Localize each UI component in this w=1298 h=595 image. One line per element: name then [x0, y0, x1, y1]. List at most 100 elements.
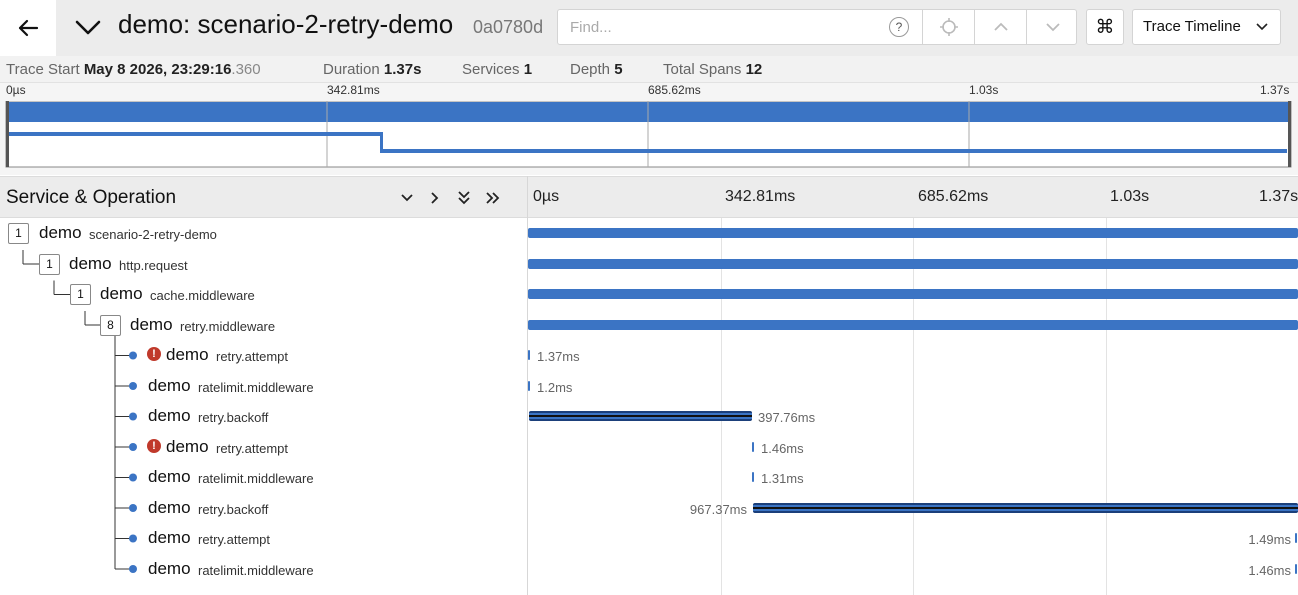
span-bar[interactable]: [1295, 563, 1297, 574]
span-row[interactable]: 8 demo retry.middleware: [0, 310, 1298, 341]
services-value: 1: [523, 61, 533, 78]
child-count-toggle[interactable]: 8: [100, 314, 121, 336]
expand-one-button[interactable]: [424, 187, 446, 209]
error-icon: !: [147, 438, 161, 453]
span-operation: retry.attempt: [216, 349, 289, 364]
span-bar[interactable]: [528, 319, 1298, 330]
trace-start-ms: .360: [231, 61, 261, 78]
span-bar[interactable]: [528, 350, 530, 360]
span-duration: 1.46ms: [761, 440, 804, 456]
span-service: demo: [148, 406, 191, 425]
span-operation: retry.middleware: [180, 318, 276, 334]
span-bar[interactable]: [528, 258, 1298, 269]
minimap-canvas: [5, 101, 1292, 168]
trace-summary: Trace Start May 8 2026, 23:29:16.360 Dur…: [0, 56, 1298, 83]
view-select[interactable]: Trace Timeline: [1132, 9, 1281, 45]
child-count-toggle[interactable]: 1: [70, 284, 91, 305]
span-operation: retry.attempt: [198, 532, 271, 547]
timeline-header: Service & Operation 0µs 342.81ms 685.62m…: [0, 176, 1298, 218]
child-count-toggle[interactable]: 1: [39, 253, 60, 275]
view-select-label: Trace Timeline: [1143, 18, 1241, 35]
child-count-toggle[interactable]: 1: [8, 223, 29, 244]
span-bar[interactable]: [1295, 533, 1297, 543]
timeline-tick: 1.03s: [1110, 188, 1150, 205]
span-duration: 967.37ms: [689, 501, 747, 517]
find-input[interactable]: [558, 10, 878, 44]
span-bar[interactable]: [752, 472, 754, 482]
error-icon: !: [147, 347, 161, 361]
command-icon: ⌘: [1095, 16, 1115, 38]
span-row[interactable]: demo retry.backoff 397.76ms: [0, 401, 1298, 432]
expand-all-button[interactable]: [482, 187, 504, 209]
minimap-tick: 685.62ms: [648, 83, 701, 97]
span-row[interactable]: ! demo retry.attempt 1.37ms: [0, 340, 1298, 371]
services-label: Services: [462, 61, 520, 78]
span-service: demo: [39, 223, 82, 242]
total-spans-value: 12: [745, 61, 763, 78]
chevron-down-icon: [1045, 23, 1060, 32]
locate-button[interactable]: [922, 10, 974, 44]
next-match-button[interactable]: [1026, 10, 1078, 44]
minimap-tick: 0µs: [6, 83, 26, 97]
span-service: demo: [130, 314, 173, 334]
span-bar[interactable]: [528, 228, 1298, 238]
collapse-one-button[interactable]: [396, 187, 418, 209]
span-row[interactable]: ! demo retry.attempt 1.46ms: [0, 432, 1298, 463]
span-row[interactable]: 1 demo http.request: [0, 249, 1298, 280]
chevron-down-icon: [1256, 23, 1268, 31]
span-row[interactable]: demo ratelimit.middleware 1.46ms: [0, 554, 1298, 585]
span-operation: retry.backoff: [198, 410, 269, 425]
span-operation: ratelimit.middleware: [198, 471, 314, 486]
span-duration: 1.37ms: [537, 349, 580, 364]
span-row[interactable]: 1 demo cache.middleware: [0, 279, 1298, 310]
span-service: demo: [148, 497, 191, 517]
span-bar[interactable]: [529, 411, 752, 421]
span-bar[interactable]: [528, 380, 530, 391]
minimap-tick: 342.81ms: [327, 83, 380, 97]
trace-start-label: Trace Start: [6, 61, 80, 78]
span-operation: retry.backoff: [198, 501, 269, 517]
span-service: demo: [148, 467, 191, 486]
minimap-span: [7, 132, 380, 136]
find-help-icon[interactable]: ?: [889, 17, 909, 37]
chevron-down-icon: [401, 194, 413, 202]
span-operation: ratelimit.middleware: [198, 379, 314, 395]
span-row[interactable]: demo retry.backoff 967.37ms: [0, 493, 1298, 524]
minimap-tick: 1.03s: [969, 83, 999, 97]
span-row[interactable]: demo ratelimit.middleware 1.2ms: [0, 371, 1298, 402]
prev-match-button[interactable]: [974, 10, 1026, 44]
span-service: demo: [166, 436, 209, 456]
duration: Duration 1.37s: [323, 61, 421, 78]
timeline-tick: 685.62ms: [918, 188, 989, 205]
span-service: demo: [148, 375, 191, 395]
arrow-left-icon: [18, 19, 39, 37]
trace-minimap[interactable]: 0µs 342.81ms 685.62ms 1.03s 1.37s: [0, 83, 1298, 175]
chevron-right-icon: [431, 192, 439, 204]
timeline-tick: 0µs: [533, 188, 560, 205]
collapse-all-button[interactable]: [453, 187, 475, 209]
span-rows: 1 demo scenario-2-retry-demo 1 demo http.requ…: [0, 218, 1298, 595]
trace-title: demo: scenario-2-retry-demo: [118, 9, 454, 39]
duration-value: 1.37s: [383, 61, 422, 78]
span-duration: 1.49ms: [1248, 532, 1291, 547]
pane-divider[interactable]: [527, 176, 528, 595]
collapse-header-button[interactable]: [70, 10, 106, 46]
crosshair-icon: [939, 18, 958, 36]
span-row[interactable]: 1 demo scenario-2-retry-demo: [0, 218, 1298, 249]
span-row[interactable]: demo ratelimit.middleware 1.31ms: [0, 462, 1298, 493]
back-button[interactable]: [0, 0, 56, 56]
timeline-tick: 342.81ms: [725, 188, 796, 205]
trace-id: 0a0780d: [473, 17, 544, 37]
span-service: demo: [69, 253, 112, 273]
span-bar[interactable]: [528, 289, 1298, 299]
span-bar[interactable]: [753, 502, 1298, 513]
double-chevron-down-icon: [458, 191, 470, 205]
span-row[interactable]: demo retry.attempt 1.49ms: [0, 523, 1298, 554]
duration-label: Duration: [323, 61, 380, 78]
timeline-tick: 1.37s: [1259, 188, 1298, 205]
span-bar[interactable]: [752, 441, 754, 452]
depth-value: 5: [614, 61, 623, 78]
keyboard-shortcuts-button[interactable]: ⌘: [1086, 9, 1124, 45]
double-chevron-right-icon: [486, 192, 500, 204]
span-duration: 1.31ms: [761, 471, 804, 486]
